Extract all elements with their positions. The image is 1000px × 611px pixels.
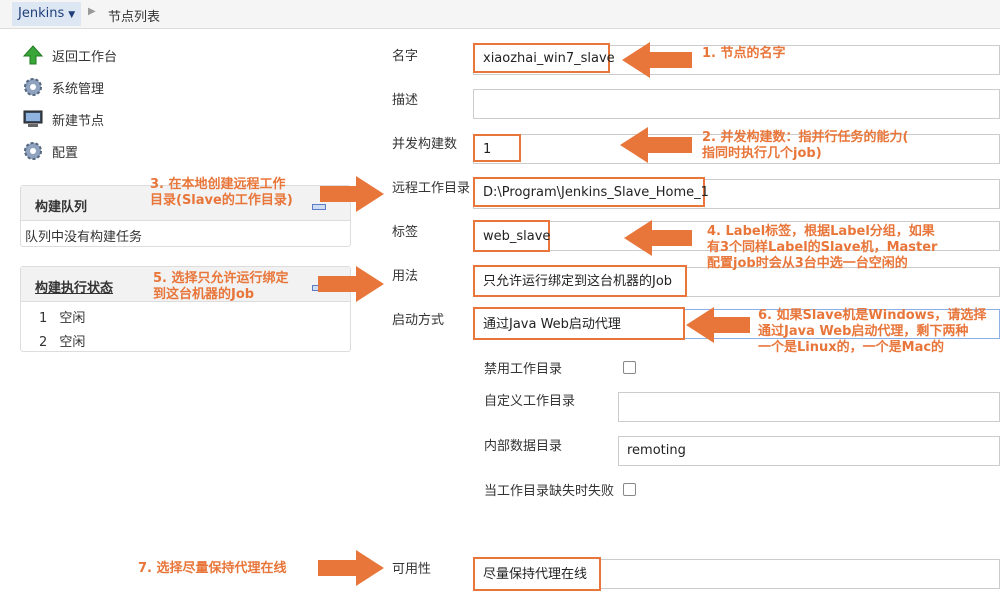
- annotation-arrow-icon: [624, 220, 692, 256]
- annotation-arrow-icon: [320, 176, 384, 212]
- annotation-arrow-icon: [318, 550, 384, 586]
- annotation-line: 4. Label标签，根据Label分组，如果: [707, 224, 935, 239]
- annotation-line: 5. 选择只允许运行绑定: [153, 271, 289, 286]
- annotation-arrow-icon: [622, 42, 692, 78]
- annotation-name: 1. 节点的名字: [702, 46, 786, 61]
- launch-method-label: 启动方式: [392, 313, 445, 328]
- annotation-line: 到这台机器的Job: [153, 287, 255, 302]
- build-queue-title: 构建队列: [35, 200, 88, 215]
- executor-status: 空闲: [59, 335, 86, 350]
- custom-workdir-label: 自定义工作目录: [484, 394, 576, 409]
- annotation-remote-root: 3. 在本地创建远程工作 目录(Slave的工作目录): [150, 177, 293, 209]
- annotation-arrow-icon: [318, 266, 384, 302]
- gear-icon: [24, 142, 42, 160]
- disable-workdir-checkbox[interactable]: [623, 361, 636, 374]
- executors-label: 并发构建数: [392, 137, 458, 152]
- usage-select[interactable]: 只允许运行绑定到这台机器的Job: [473, 265, 687, 297]
- annotation-launch: 6. 如果Slave机是Windows，请选择 通过Java Web启动代理，剩…: [758, 308, 986, 356]
- sidebar-item-new-node[interactable]: 新建节点: [22, 107, 104, 131]
- executor-status: 空闲: [59, 311, 86, 326]
- disable-workdir-label: 禁用工作目录: [484, 362, 563, 377]
- remote-root-field[interactable]: D:\Program\Jenkins_Slave_Home_1: [473, 177, 709, 207]
- up-arrow-icon: [22, 45, 44, 65]
- gear-icon: [24, 78, 42, 96]
- annotation-line: 2. 并发构建数：指并行任务的能力(: [702, 130, 909, 145]
- breadcrumb-jenkins[interactable]: Jenkins ▼: [12, 2, 82, 26]
- sidebar-item-label: 配置: [52, 145, 79, 161]
- annotation-line: 有3个同样Label的Slave机，Master: [707, 240, 938, 255]
- availability-select[interactable]: 尽量保持代理在线: [473, 557, 601, 591]
- sidebar-item-label: 返回工作台: [52, 49, 118, 65]
- annotation-line: 目录(Slave的工作目录): [150, 193, 293, 208]
- computer-icon: [23, 110, 43, 127]
- annotation-line: 6. 如果Slave机是Windows，请选择: [758, 308, 987, 323]
- executor-number: 1: [39, 311, 48, 326]
- name-label: 名字: [392, 49, 419, 64]
- executors-field[interactable]: 1: [473, 134, 521, 162]
- annotation-line: 指同时执行几个job): [702, 146, 822, 161]
- description-field[interactable]: [473, 89, 1000, 119]
- custom-workdir-field[interactable]: [618, 392, 1000, 422]
- usage-label: 用法: [392, 269, 419, 284]
- executor-number: 2: [39, 335, 48, 350]
- name-field-value[interactable]: xiaozhai_win7_slave: [473, 43, 615, 73]
- sidebar-item-configure[interactable]: 配置: [22, 139, 78, 163]
- breadcrumb-separator-icon: ▶: [88, 6, 96, 17]
- annotation-usage: 5. 选择只允许运行绑定 到这台机器的Job: [153, 271, 289, 303]
- labels-label: 标签: [392, 225, 419, 240]
- executor-status-title[interactable]: 构建执行状态: [35, 277, 113, 296]
- annotation-executors: 2. 并发构建数：指并行任务的能力( 指同时执行几个job): [702, 130, 908, 162]
- annotation-labels: 4. Label标签，根据Label分组，如果 有3个同样Label的Slave…: [707, 224, 937, 272]
- annotation-arrow-icon: [686, 307, 750, 343]
- sidebar-item-label: 系统管理: [52, 81, 105, 97]
- launch-select[interactable]: 通过Java Web启动代理: [473, 307, 685, 340]
- chevron-down-icon[interactable]: ▼: [68, 10, 75, 20]
- executor-row: 1 空闲: [39, 307, 85, 326]
- annotation-line: 通过Java Web启动代理，剩下两种: [758, 324, 969, 339]
- annotation-availability: 7. 选择尽量保持代理在线: [138, 561, 287, 576]
- availability-label: 可用性: [392, 562, 432, 577]
- breadcrumb-node-list[interactable]: 节点列表: [108, 6, 160, 25]
- internal-dir-field[interactable]: remoting: [618, 436, 1000, 466]
- sidebar-item-manage[interactable]: 系统管理: [22, 75, 104, 99]
- sidebar-item-back-dashboard[interactable]: 返回工作台: [22, 43, 117, 67]
- build-queue-empty: 队列中没有构建任务: [25, 230, 143, 245]
- breadcrumb-jenkins-label: Jenkins: [18, 6, 65, 21]
- fail-missing-label: 当工作目录缺失时失败: [484, 484, 615, 499]
- description-label: 描述: [392, 93, 419, 108]
- fail-missing-checkbox[interactable]: [623, 483, 636, 496]
- remote-root-label: 远程工作目录: [392, 181, 471, 196]
- sidebar-item-label: 新建节点: [52, 113, 105, 129]
- labels-field[interactable]: web_slave: [473, 220, 550, 252]
- annotation-line: 配置job时会从3台中选一台空闲的: [707, 256, 908, 271]
- annotation-line: 一个是Linux的，一个是Mac的: [758, 340, 945, 355]
- internal-dir-label: 内部数据目录: [484, 439, 563, 454]
- annotation-line: 3. 在本地创建远程工作: [150, 177, 286, 192]
- executor-row: 2 空闲: [39, 331, 85, 350]
- annotation-arrow-icon: [620, 127, 692, 163]
